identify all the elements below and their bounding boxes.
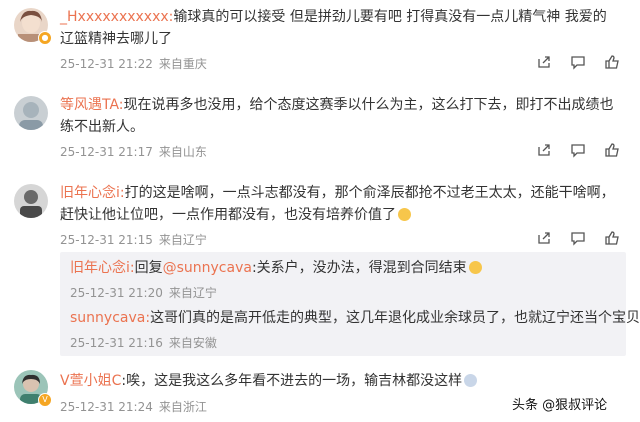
comment-timestamp: 25-12-31 21:17 [60, 145, 153, 159]
comment-icon[interactable] [570, 142, 586, 158]
reply-username[interactable]: sunnycava: [70, 310, 150, 326]
avatar-image [14, 184, 48, 218]
comment-meta: 25-12-31 21:15 来自辽宁 [60, 231, 207, 248]
cry-emoji-icon [464, 374, 478, 387]
reply-username[interactable]: 旧年心念i: [70, 260, 135, 276]
reply-location: 来自辽宁 [168, 286, 217, 300]
comment-timestamp: 25-12-31 21:15 [60, 233, 153, 247]
comment-location: 来自辽宁 [158, 233, 207, 247]
comment-username[interactable]: _Hxxxxxxxxxxx: [60, 9, 173, 25]
reply-timestamp: 25-12-31 21:20 [70, 286, 163, 300]
comment-username[interactable]: 旧年心念i: [60, 185, 125, 201]
comment-body: 打的这是啥啊，一点斗志都没有，那个俞泽辰都抢不过老王太太，还能干啥啊，赶快让他让… [60, 185, 615, 223]
smile-emoji-icon [468, 261, 482, 274]
comment-text: _Hxxxxxxxxxxx:输球真的可以接受 但是拼劲儿要有吧 打得真没有一点儿… [60, 6, 620, 50]
comment-body: 现在说再多也没用，给个态度这赛季以什么为主，这么打下去，即打不出成绩也练不出新人… [60, 97, 614, 135]
comment-location: 来自山东 [158, 145, 207, 159]
avatar[interactable] [14, 184, 48, 218]
like-icon[interactable] [604, 230, 620, 246]
reply-mention[interactable]: @sunnycava [163, 260, 252, 276]
reply-meta: 25-12-31 21:16 来自安徽 [70, 334, 618, 351]
like-icon[interactable] [604, 142, 620, 158]
comment-timestamp: 25-12-31 21:22 [60, 57, 153, 71]
like-icon[interactable] [604, 54, 620, 70]
avatar[interactable] [14, 96, 48, 130]
comment-body: :唉，这是我这么多年看不进去的一场，输吉林都没这样 [121, 373, 463, 389]
reply-timestamp: 25-12-31 21:16 [70, 336, 163, 350]
comment-text: 旧年心念i:打的这是啥啊，一点斗志都没有，那个俞泽辰都抢不过老王太太，还能干啥啊… [60, 182, 620, 226]
reply-text: 旧年心念i:回复@sunnycava:关系户，没办法，得混到合同结束 [70, 258, 618, 278]
reply-body: :关系户，没办法，得混到合同结束 [251, 260, 467, 276]
comment-icon[interactable] [570, 230, 586, 246]
reply-item: sunnycava:这哥们真的是高开低走的典型，这几年退化成业余球员了，也就辽宁… [70, 308, 640, 351]
comment-text: 等风遇TA:现在说再多也没用，给个态度这赛季以什么为主，这么打下去，即打不出成绩… [60, 94, 620, 138]
share-icon[interactable] [536, 142, 552, 158]
comment-location: 来自重庆 [158, 57, 207, 71]
reply-box: 旧年心念i:回复@sunnycava:关系户，没办法，得混到合同结束 25-12… [60, 252, 640, 356]
comment-username[interactable]: V萱小姐C [60, 373, 121, 389]
comment-text: V萱小姐C:唉，这是我这么多年看不进去的一场，输吉林都没这样 [60, 370, 620, 392]
reply-prefix: 回复 [134, 260, 163, 276]
reply-location: 来自安徽 [168, 336, 217, 350]
share-icon[interactable] [536, 54, 552, 70]
watermark: 头条 @狠叔评论 [512, 394, 608, 413]
comment-meta: 25-12-31 21:22 来自重庆 [60, 55, 207, 72]
comment-actions [536, 230, 626, 246]
comment-meta: 25-12-31 21:17 来自山东 [60, 143, 207, 160]
share-icon[interactable] [536, 230, 552, 246]
reply-meta: 25-12-31 21:20 来自辽宁 [70, 284, 618, 301]
comment-username[interactable]: 等风遇TA: [60, 97, 124, 113]
comment-actions [536, 54, 626, 70]
comment-actions [536, 142, 626, 158]
reply-body: 这哥们真的是高开低走的典型，这几年退化成业余球员了，也就辽宁还当个宝贝 [150, 310, 640, 326]
verified-badge-icon: V [38, 393, 52, 407]
reply-item: 旧年心念i:回复@sunnycava:关系户，没办法，得混到合同结束 25-12… [70, 258, 618, 301]
comment-icon[interactable] [570, 54, 586, 70]
comment-meta: 25-12-31 21:24 来自浙江 [60, 398, 207, 415]
avatar-image [14, 96, 48, 130]
verified-badge-icon: ● [38, 31, 52, 45]
smile-emoji-icon [398, 208, 411, 221]
comment-timestamp: 25-12-31 21:24 [60, 400, 153, 414]
comment-location: 来自浙江 [158, 400, 207, 414]
reply-text: sunnycava:这哥们真的是高开低走的典型，这几年退化成业余球员了，也就辽宁… [70, 308, 640, 328]
